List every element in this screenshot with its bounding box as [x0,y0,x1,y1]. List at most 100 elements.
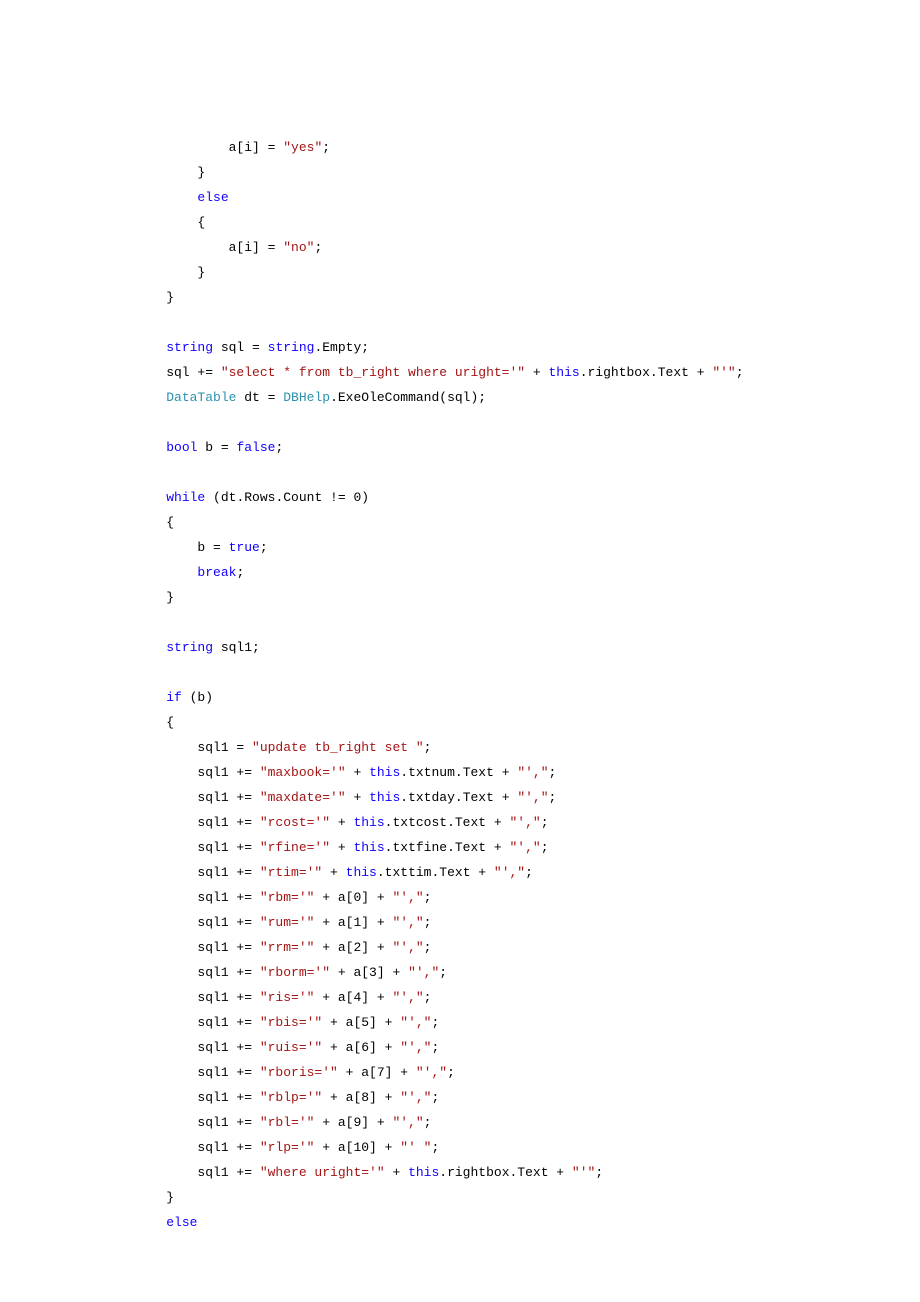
string-literal: "'" [712,365,735,380]
string-literal: "rlp='" [260,1140,315,1155]
keyword-this: this [353,840,384,855]
string-literal: "'," [400,1090,431,1105]
string-literal: "rrm='" [260,940,315,955]
code-line: a[i] = "yes"; [135,140,330,155]
string-literal: "rbis='" [260,1015,322,1030]
code-line: a[i] = "no"; [135,240,322,255]
string-literal: "rborm='" [260,965,330,980]
string-literal: "rbm='" [260,890,315,905]
string-literal: "where uright='" [260,1165,385,1180]
keyword-this: this [369,765,400,780]
string-literal: "'," [392,915,423,930]
string-literal: "'," [400,1040,431,1055]
string-literal: "'," [517,765,548,780]
keyword-string: string [268,340,315,355]
code-line: sql1 += "ruis='" + a[6] + "',"; [135,1040,439,1055]
string-literal: "ruis='" [260,1040,322,1055]
string-literal: "' " [400,1140,431,1155]
code-line: sql1 += "rrm='" + a[2] + "',"; [135,940,431,955]
string-literal: "'," [494,865,525,880]
code-line: sql1 += "ris='" + a[4] + "',"; [135,990,431,1005]
keyword-this: this [346,865,377,880]
string-literal: "'," [400,1015,431,1030]
code-line: while (dt.Rows.Count != 0) [135,490,369,505]
string-literal: "rtim='" [260,865,322,880]
code-page: a[i] = "yes"; } else { a[i] = "no"; } } … [0,0,920,1302]
string-literal: "'," [392,890,423,905]
keyword-true: true [229,540,260,555]
keyword-this: this [353,815,384,830]
type-datatable: DataTable [166,390,236,405]
code-line [135,315,143,330]
code-line: sql += "select * from tb_right where uri… [135,365,744,380]
code-line: } [135,290,174,305]
code-line: else [135,1215,197,1230]
string-literal: "update tb_right set " [252,740,424,755]
code-line: sql1 += "rlp='" + a[10] + "' "; [135,1140,439,1155]
keyword-while: while [166,490,205,505]
keyword-false: false [236,440,275,455]
code-line [135,465,143,480]
code-line: break; [135,565,244,580]
keyword-else: else [197,190,228,205]
keyword-if: if [166,690,182,705]
code-line: sql1 += "where uright='" + this.rightbox… [135,1165,603,1180]
string-literal: "'" [572,1165,595,1180]
code-line: } [135,265,205,280]
keyword-string: string [166,640,213,655]
code-line: sql1 += "rum='" + a[1] + "',"; [135,915,431,930]
string-literal: "rcost='" [260,815,330,830]
code-line: sql1 += "rcost='" + this.txtcost.Text + … [135,815,549,830]
type-dbhelp: DBHelp [283,390,330,405]
string-literal: "rboris='" [260,1065,338,1080]
string-literal: "ris='" [260,990,315,1005]
string-literal: "'," [517,790,548,805]
code-line: sql1 += "maxdate='" + this.txtday.Text +… [135,790,556,805]
code-line [135,615,143,630]
code-line: sql1 += "maxbook='" + this.txtnum.Text +… [135,765,556,780]
code-line [135,415,143,430]
code-line: { [135,715,174,730]
string-literal: "'," [408,965,439,980]
string-literal: "rum='" [260,915,315,930]
code-line: sql1 += "rboris='" + a[7] + "',"; [135,1065,455,1080]
code-line: string sql = string.Empty; [135,340,369,355]
code-line: sql1 += "rborm='" + a[3] + "',"; [135,965,447,980]
keyword-break: break [197,565,236,580]
string-literal: "'," [510,840,541,855]
code-line: bool b = false; [135,440,283,455]
string-literal: "rbl='" [260,1115,315,1130]
code-line: sql1 += "rbm='" + a[0] + "',"; [135,890,431,905]
code-line: DataTable dt = DBHelp.ExeOleCommand(sql)… [135,390,486,405]
code-line: { [135,515,174,530]
code-line: string sql1; [135,640,260,655]
code-line: sql1 += "rbis='" + a[5] + "',"; [135,1015,439,1030]
string-literal: "select * from tb_right where uright='" [221,365,525,380]
string-literal: "maxdate='" [260,790,346,805]
code-line: sql1 += "rtim='" + this.txttim.Text + "'… [135,865,533,880]
string-literal: "'," [392,990,423,1005]
code-line: sql1 += "rfine='" + this.txtfine.Text + … [135,840,549,855]
string-literal: "no" [283,240,314,255]
code-line: } [135,590,174,605]
keyword-bool: bool [166,440,197,455]
string-literal: "'," [392,940,423,955]
keyword-this: this [548,365,579,380]
string-literal: "rfine='" [260,840,330,855]
keyword-this: this [408,1165,439,1180]
keyword-else: else [166,1215,197,1230]
string-literal: "'," [392,1115,423,1130]
keyword-this: this [369,790,400,805]
string-literal: "maxbook='" [260,765,346,780]
code-line: { [135,215,205,230]
code-line: sql1 = "update tb_right set "; [135,740,431,755]
code-line: else [135,190,229,205]
string-literal: "'," [416,1065,447,1080]
code-line: if (b) [135,690,213,705]
code-line: } [135,1190,174,1205]
string-literal: "'," [510,815,541,830]
code-line: sql1 += "rblp='" + a[8] + "',"; [135,1090,439,1105]
code-line: sql1 += "rbl='" + a[9] + "',"; [135,1115,431,1130]
code-line [135,665,143,680]
code-line: } [135,165,205,180]
